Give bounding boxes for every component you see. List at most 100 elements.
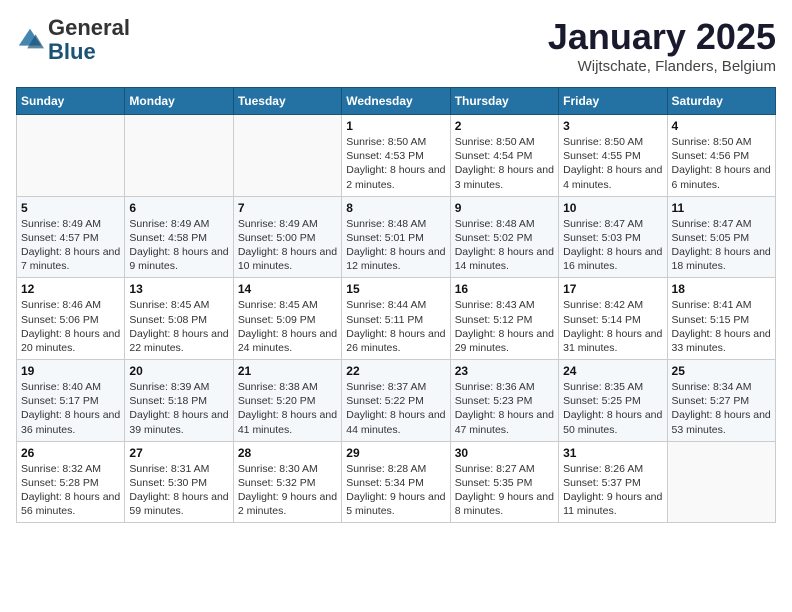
day-number: 18	[672, 282, 771, 296]
logo-general: General	[48, 15, 130, 40]
calendar-subtitle: Wijtschate, Flanders, Belgium	[548, 58, 776, 75]
day-number: 6	[129, 201, 228, 215]
day-number: 15	[346, 282, 445, 296]
calendar-cell: 9 Sunrise: 8:48 AM Sunset: 5:02 PM Daylig…	[450, 196, 558, 278]
day-detail: Sunrise: 8:48 AM Sunset: 5:01 PM Dayligh…	[346, 217, 445, 274]
calendar-week-3: 12Sunrise: 8:46 AM Sunset: 5:06 PM Dayli…	[17, 278, 776, 360]
day-number: 25	[672, 364, 771, 378]
calendar-body: 1 Sunrise: 8:50 AM Sunset: 4:53 PM Daylig…	[17, 115, 776, 523]
weekday-header-tuesday: Tuesday	[233, 88, 341, 115]
calendar-cell: 16 Sunrise: 8:43 AM Sunset: 5:12 PM Dayli…	[450, 278, 558, 360]
day-detail: Sunrise: 8:42 AM Sunset: 5:14 PM Dayligh…	[563, 298, 662, 355]
day-number: 20	[129, 364, 228, 378]
day-number: 26	[21, 446, 120, 460]
day-number: 1	[346, 119, 445, 133]
calendar-cell: 7Sunrise: 8:49 AM Sunset: 5:00 PM Daylig…	[233, 196, 341, 278]
weekday-header-thursday: Thursday	[450, 88, 558, 115]
day-detail: Sunrise: 8:39 AM Sunset: 5:18 PM Dayligh…	[129, 380, 228, 437]
calendar-cell	[17, 115, 125, 197]
day-detail: Sunrise: 8:34 AM Sunset: 5:27 PM Dayligh…	[672, 380, 771, 437]
day-number: 10	[563, 201, 662, 215]
calendar-cell: 24 Sunrise: 8:35 AM Sunset: 5:25 PM Dayli…	[559, 360, 667, 442]
day-number: 3	[563, 119, 662, 133]
logo-blue: Blue	[48, 39, 96, 64]
day-number: 29	[346, 446, 445, 460]
calendar-cell: 18 Sunrise: 8:41 AM Sunset: 5:15 PM Dayli…	[667, 278, 775, 360]
day-detail: Sunrise: 8:40 AM Sunset: 5:17 PM Dayligh…	[21, 380, 120, 437]
day-detail: Sunrise: 8:45 AM Sunset: 5:09 PM Dayligh…	[238, 298, 337, 355]
day-number: 11	[672, 201, 771, 215]
calendar-cell: 28 Sunrise: 8:30 AM Sunset: 5:32 PM Dayli…	[233, 441, 341, 523]
calendar-cell: 29Sunrise: 8:28 AM Sunset: 5:34 PM Dayli…	[342, 441, 450, 523]
day-detail: Sunrise: 8:50 AM Sunset: 4:56 PM Dayligh…	[672, 135, 771, 192]
day-detail: Sunrise: 8:31 AM Sunset: 5:30 PM Dayligh…	[129, 462, 228, 519]
day-number: 2	[455, 119, 554, 133]
calendar-cell: 8 Sunrise: 8:48 AM Sunset: 5:01 PM Daylig…	[342, 196, 450, 278]
day-detail: Sunrise: 8:26 AM Sunset: 5:37 PM Dayligh…	[563, 462, 662, 519]
day-number: 17	[563, 282, 662, 296]
logo-text: General Blue	[48, 16, 130, 64]
calendar-cell: 31 Sunrise: 8:26 AM Sunset: 5:37 PM Dayli…	[559, 441, 667, 523]
weekday-header-sunday: Sunday	[17, 88, 125, 115]
calendar-week-1: 1 Sunrise: 8:50 AM Sunset: 4:53 PM Daylig…	[17, 115, 776, 197]
day-detail: Sunrise: 8:50 AM Sunset: 4:54 PM Dayligh…	[455, 135, 554, 192]
weekday-header-wednesday: Wednesday	[342, 88, 450, 115]
day-detail: Sunrise: 8:41 AM Sunset: 5:15 PM Dayligh…	[672, 298, 771, 355]
calendar-cell: 12Sunrise: 8:46 AM Sunset: 5:06 PM Dayli…	[17, 278, 125, 360]
calendar-cell	[125, 115, 233, 197]
day-detail: Sunrise: 8:49 AM Sunset: 4:58 PM Dayligh…	[129, 217, 228, 274]
calendar-cell: 10 Sunrise: 8:47 AM Sunset: 5:03 PM Dayli…	[559, 196, 667, 278]
day-number: 23	[455, 364, 554, 378]
day-number: 13	[129, 282, 228, 296]
calendar-week-4: 19 Sunrise: 8:40 AM Sunset: 5:17 PM Dayli…	[17, 360, 776, 442]
day-number: 8	[346, 201, 445, 215]
calendar-cell: 15 Sunrise: 8:44 AM Sunset: 5:11 PM Dayli…	[342, 278, 450, 360]
calendar-cell: 2 Sunrise: 8:50 AM Sunset: 4:54 PM Daylig…	[450, 115, 558, 197]
day-detail: Sunrise: 8:45 AM Sunset: 5:08 PM Dayligh…	[129, 298, 228, 355]
day-detail: Sunrise: 8:47 AM Sunset: 5:05 PM Dayligh…	[672, 217, 771, 274]
day-detail: Sunrise: 8:35 AM Sunset: 5:25 PM Dayligh…	[563, 380, 662, 437]
day-number: 22	[346, 364, 445, 378]
day-detail: Sunrise: 8:27 AM Sunset: 5:35 PM Dayligh…	[455, 462, 554, 519]
calendar-cell: 5Sunrise: 8:49 AM Sunset: 4:57 PM Daylig…	[17, 196, 125, 278]
day-detail: Sunrise: 8:50 AM Sunset: 4:53 PM Dayligh…	[346, 135, 445, 192]
calendar-cell	[667, 441, 775, 523]
day-number: 24	[563, 364, 662, 378]
calendar-cell: 19 Sunrise: 8:40 AM Sunset: 5:17 PM Dayli…	[17, 360, 125, 442]
logo: General Blue	[16, 16, 130, 64]
day-number: 28	[238, 446, 337, 460]
weekday-header-saturday: Saturday	[667, 88, 775, 115]
day-detail: Sunrise: 8:46 AM Sunset: 5:06 PM Dayligh…	[21, 298, 120, 355]
calendar-cell: 3Sunrise: 8:50 AM Sunset: 4:55 PM Daylig…	[559, 115, 667, 197]
day-detail: Sunrise: 8:49 AM Sunset: 4:57 PM Dayligh…	[21, 217, 120, 274]
calendar-cell: 11 Sunrise: 8:47 AM Sunset: 5:05 PM Dayli…	[667, 196, 775, 278]
calendar-cell: 14 Sunrise: 8:45 AM Sunset: 5:09 PM Dayli…	[233, 278, 341, 360]
weekday-header-friday: Friday	[559, 88, 667, 115]
calendar-week-2: 5Sunrise: 8:49 AM Sunset: 4:57 PM Daylig…	[17, 196, 776, 278]
day-detail: Sunrise: 8:38 AM Sunset: 5:20 PM Dayligh…	[238, 380, 337, 437]
day-detail: Sunrise: 8:47 AM Sunset: 5:03 PM Dayligh…	[563, 217, 662, 274]
day-number: 4	[672, 119, 771, 133]
day-number: 30	[455, 446, 554, 460]
day-detail: Sunrise: 8:44 AM Sunset: 5:11 PM Dayligh…	[346, 298, 445, 355]
logo-icon	[16, 26, 44, 54]
calendar-cell	[233, 115, 341, 197]
calendar-cell: 23 Sunrise: 8:36 AM Sunset: 5:23 PM Dayli…	[450, 360, 558, 442]
day-number: 31	[563, 446, 662, 460]
day-detail: Sunrise: 8:43 AM Sunset: 5:12 PM Dayligh…	[455, 298, 554, 355]
day-number: 14	[238, 282, 337, 296]
calendar-header: SundayMondayTuesdayWednesdayThursdayFrid…	[17, 88, 776, 115]
day-number: 19	[21, 364, 120, 378]
calendar-cell: 1 Sunrise: 8:50 AM Sunset: 4:53 PM Daylig…	[342, 115, 450, 197]
day-detail: Sunrise: 8:48 AM Sunset: 5:02 PM Dayligh…	[455, 217, 554, 274]
calendar-cell: 13 Sunrise: 8:45 AM Sunset: 5:08 PM Dayli…	[125, 278, 233, 360]
day-number: 9	[455, 201, 554, 215]
day-detail: Sunrise: 8:36 AM Sunset: 5:23 PM Dayligh…	[455, 380, 554, 437]
day-number: 16	[455, 282, 554, 296]
calendar-cell: 6 Sunrise: 8:49 AM Sunset: 4:58 PM Daylig…	[125, 196, 233, 278]
calendar-cell: 21 Sunrise: 8:38 AM Sunset: 5:20 PM Dayli…	[233, 360, 341, 442]
day-detail: Sunrise: 8:30 AM Sunset: 5:32 PM Dayligh…	[238, 462, 337, 519]
day-detail: Sunrise: 8:37 AM Sunset: 5:22 PM Dayligh…	[346, 380, 445, 437]
day-number: 21	[238, 364, 337, 378]
calendar-cell: 25 Sunrise: 8:34 AM Sunset: 5:27 PM Dayli…	[667, 360, 775, 442]
